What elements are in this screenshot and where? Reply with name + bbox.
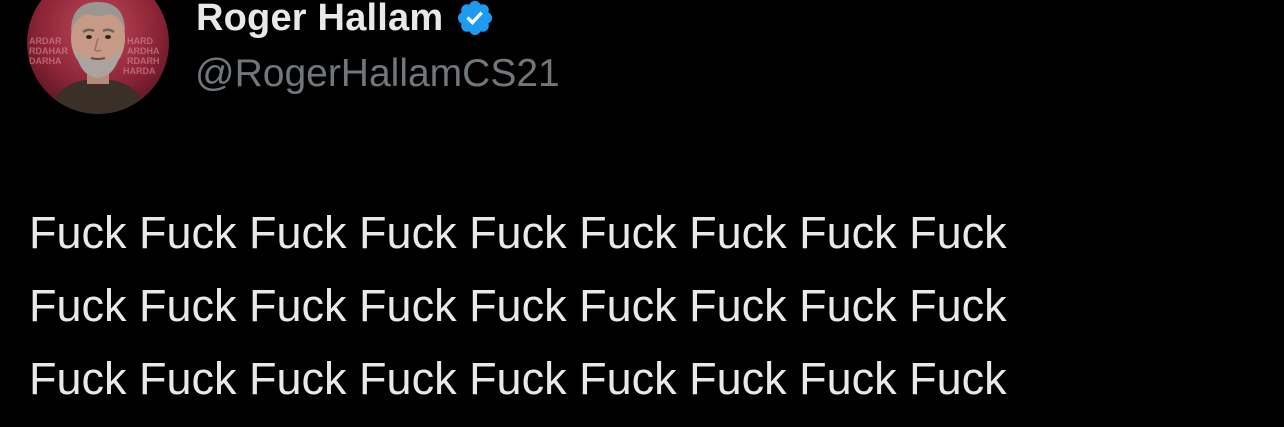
svg-text:RDAHAR: RDAHAR — [29, 46, 68, 56]
tweet-text-line: Fuck Fuck Fuck Fuck Fuck Fuck Fuck Fuck … — [29, 280, 1007, 331]
svg-text:HARDA: HARDA — [123, 66, 156, 76]
verified-badge-icon[interactable] — [455, 0, 495, 38]
author-name-row: Roger Hallam — [196, 0, 495, 42]
svg-text:ARDHA: ARDHA — [127, 46, 160, 56]
tweet-text-line: Fuck Fuck Fuck Fuck Fuck Fuck Fuck Fuck … — [29, 207, 1007, 258]
avatar[interactable]: ARDAR RDAHAR DARHA HARD ARDHA RDARH HARD… — [27, 0, 169, 114]
tweet: ARDAR RDAHAR DARHA HARD ARDHA RDARH HARD… — [0, 0, 1284, 427]
svg-text:DARHA: DARHA — [29, 56, 62, 66]
display-name[interactable]: Roger Hallam — [196, 0, 443, 40]
tweet-text: Fuck Fuck Fuck Fuck Fuck Fuck Fuck Fuck … — [29, 196, 1229, 415]
tweet-text-line: Fuck Fuck Fuck Fuck Fuck Fuck Fuck Fuck … — [29, 353, 1007, 404]
svg-text:RDARH: RDARH — [127, 56, 160, 66]
author-handle[interactable]: @RogerHallamCS21 — [195, 52, 560, 96]
avatar-image: ARDAR RDAHAR DARHA HARD ARDHA RDARH HARD… — [27, 0, 169, 114]
svg-text:ARDAR: ARDAR — [29, 36, 62, 46]
svg-text:HARD: HARD — [127, 36, 153, 46]
